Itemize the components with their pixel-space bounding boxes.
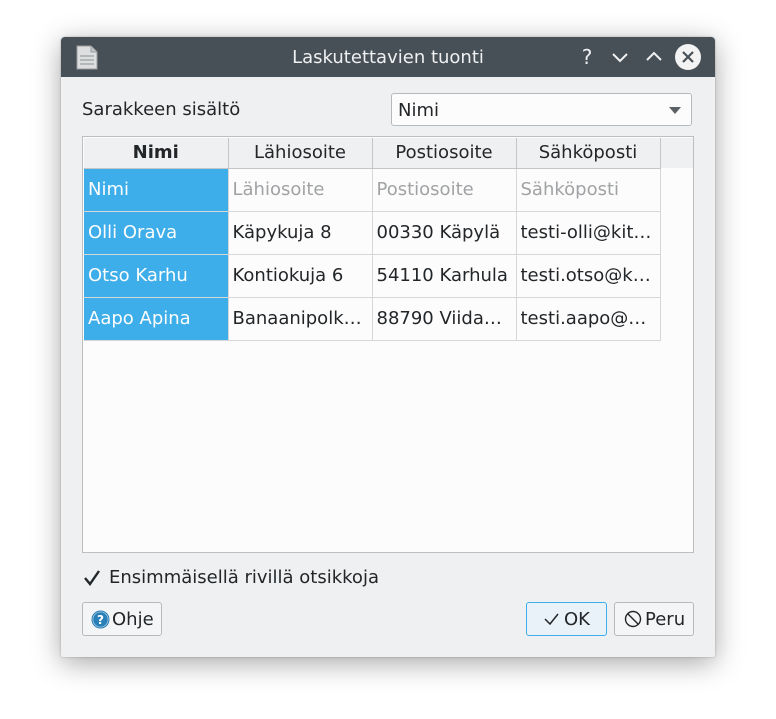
header-row: Nimi Lähiosoite Postiosoite Sähköposti [84, 138, 661, 169]
table-cell[interactable]: Sähköposti [516, 168, 661, 212]
cancel-icon [624, 610, 642, 633]
table-cell[interactable]: testi-olli@kitu… [516, 211, 661, 255]
table-row: Aapo Apina Banaanipolk… 88790 Viidakko t… [84, 297, 661, 341]
table-cell[interactable]: 54110 Karhula [372, 254, 517, 298]
minimize-button[interactable] [608, 45, 632, 69]
cancel-button-label: Peru [645, 609, 686, 630]
first-row-headers-label: Ensimmäisellä rivillä otsikkoja [109, 567, 379, 588]
column-content-select[interactable]: Nimi [391, 93, 692, 126]
table-cell[interactable]: Nimi [84, 168, 229, 212]
checkmark-icon [543, 611, 560, 632]
column-header-name[interactable]: Nimi [84, 138, 229, 169]
ok-button-label: OK [564, 609, 590, 630]
checkmark-icon [84, 570, 100, 586]
maximize-button[interactable] [642, 45, 666, 69]
table-cell[interactable]: Aapo Apina [84, 297, 229, 341]
table-cell[interactable]: 88790 Viidakko [372, 297, 517, 341]
column-content-label: Sarakkeen sisältö [82, 99, 241, 120]
table-cell[interactable]: Olli Orava [84, 211, 229, 255]
svg-text:?: ? [97, 613, 104, 627]
table-row: Otso Karhu Kontiokuja 6 54110 Karhula te… [84, 254, 661, 298]
question-icon: ? [581, 45, 593, 69]
table-cell[interactable]: testi.otso@kit… [516, 254, 661, 298]
context-help-button[interactable]: ? [575, 45, 599, 69]
help-icon: ? [91, 610, 110, 634]
dropdown-arrow-icon [669, 107, 681, 114]
table-row: Olli Orava Käpykuja 8 00330 Käpylä testi… [84, 211, 661, 255]
table-cell[interactable]: testi.aapo@ki… [516, 297, 661, 341]
table-cell[interactable]: 00330 Käpylä [372, 211, 517, 255]
cancel-button[interactable]: Peru [614, 602, 694, 636]
table-cell[interactable]: Otso Karhu [84, 254, 229, 298]
column-header-email[interactable]: Sähköposti [516, 138, 661, 169]
column-header-street[interactable]: Lähiosoite [228, 138, 373, 169]
preview-table[interactable]: Nimi Lähiosoite Postiosoite Sähköposti N… [82, 136, 694, 553]
table-row: Nimi Lähiosoite Postiosoite Sähköposti [84, 168, 661, 212]
first-row-headers-checkbox[interactable] [82, 568, 102, 588]
help-button[interactable]: ? Ohje [82, 602, 162, 636]
import-dialog: Laskutettavien tuonti ? Sarakkeen sisält… [61, 37, 715, 657]
header-filler [660, 138, 693, 168]
column-content-value: Nimi [398, 100, 440, 121]
chevron-up-icon [646, 51, 662, 61]
close-icon [682, 51, 694, 63]
title-bar[interactable]: Laskutettavien tuonti ? [61, 37, 715, 77]
table-cell[interactable]: Banaanipolk… [228, 297, 373, 341]
close-button[interactable] [675, 44, 701, 70]
table-cell[interactable]: Kontiokuja 6 [228, 254, 373, 298]
table-cell[interactable]: Käpykuja 8 [228, 211, 373, 255]
help-button-label: Ohje [112, 609, 154, 630]
ok-button[interactable]: OK [526, 602, 607, 636]
table-cell[interactable]: Postiosoite [372, 168, 517, 212]
chevron-down-icon [612, 53, 628, 63]
table-cell[interactable]: Lähiosoite [228, 168, 373, 212]
column-header-postal[interactable]: Postiosoite [372, 138, 517, 169]
preview-grid: Nimi Lähiosoite Postiosoite Sähköposti N… [84, 138, 661, 341]
